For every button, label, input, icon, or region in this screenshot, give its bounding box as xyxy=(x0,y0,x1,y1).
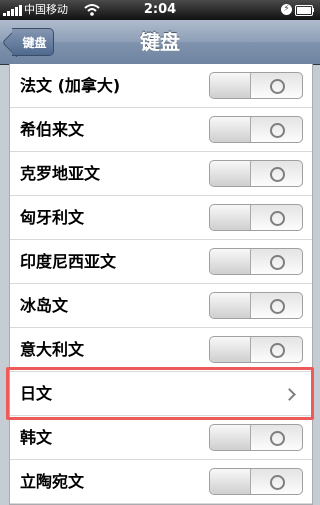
list-item-label: 克罗地亚文 xyxy=(20,164,101,183)
off-circle-icon xyxy=(270,343,285,358)
list-item[interactable]: 日文 xyxy=(10,372,312,416)
toggle-switch[interactable] xyxy=(209,160,303,187)
list-item[interactable]: 立陶宛文 xyxy=(10,460,312,504)
toggle-switch[interactable] xyxy=(209,292,303,319)
toggle-switch[interactable] xyxy=(209,204,303,231)
charging-bolt-icon: ⚡ xyxy=(281,4,292,15)
list-item[interactable]: 匈牙利文 xyxy=(10,196,312,240)
list-item-label: 意大利文 xyxy=(20,340,85,359)
switch-knob[interactable] xyxy=(210,205,251,230)
chevron-right-icon xyxy=(283,388,296,401)
switch-knob[interactable] xyxy=(210,73,251,98)
list-item-label: 印度尼西亚文 xyxy=(20,252,117,271)
list-item-label: 日文 xyxy=(20,384,53,403)
off-circle-icon xyxy=(270,255,285,270)
list-item-label: 法文 (加拿大) xyxy=(20,76,121,95)
list-item-label: 冰岛文 xyxy=(20,296,69,315)
toggle-switch[interactable] xyxy=(209,248,303,275)
page-title: 键盘 xyxy=(140,30,180,54)
toggle-switch[interactable] xyxy=(209,468,303,495)
off-circle-icon xyxy=(270,123,285,138)
list-item[interactable]: 印度尼西亚文 xyxy=(10,240,312,284)
list-item[interactable]: 法文 (加拿大) xyxy=(10,64,312,108)
switch-knob[interactable] xyxy=(210,337,251,362)
switch-knob[interactable] xyxy=(210,161,251,186)
list-item[interactable]: 意大利文 xyxy=(10,328,312,372)
off-circle-icon xyxy=(270,79,285,94)
switch-knob[interactable] xyxy=(210,293,251,318)
battery-charging-icon: ⚡ xyxy=(281,4,314,16)
off-circle-icon xyxy=(270,211,285,226)
list-item[interactable]: 希伯来文 xyxy=(10,108,312,152)
status-time: 2:04 xyxy=(143,2,177,17)
off-circle-icon xyxy=(270,167,285,182)
list-item[interactable]: 韩文 xyxy=(10,416,312,460)
list-item-label: 韩文 xyxy=(20,428,53,447)
toggle-switch[interactable] xyxy=(209,424,303,451)
list-item-label: 立陶宛文 xyxy=(20,472,85,491)
switch-knob[interactable] xyxy=(210,425,251,450)
toggle-switch[interactable] xyxy=(209,336,303,363)
list-item-label: 希伯来文 xyxy=(20,120,85,139)
list-item[interactable]: 克罗地亚文 xyxy=(10,152,312,196)
off-circle-icon xyxy=(270,431,285,446)
toggle-switch[interactable] xyxy=(209,72,303,99)
status-bar: 中国移动 2:04 ⚡ xyxy=(0,0,320,20)
list-item[interactable]: 冰岛文 xyxy=(10,284,312,328)
navigation-bar: 键盘 键盘 xyxy=(0,20,320,65)
switch-knob[interactable] xyxy=(210,249,251,274)
off-circle-icon xyxy=(270,475,285,490)
off-circle-icon xyxy=(270,299,285,314)
switch-knob[interactable] xyxy=(210,469,251,494)
toggle-switch[interactable] xyxy=(209,116,303,143)
switch-knob[interactable] xyxy=(210,117,251,142)
back-button[interactable]: 键盘 xyxy=(12,28,54,56)
list-item-label: 匈牙利文 xyxy=(20,208,85,227)
keyboard-language-list: 法文 (加拿大) 希伯来文克罗地亚文匈牙利文印度尼西亚文 冰岛文意大利文日文韩文立陶… xyxy=(9,64,313,505)
